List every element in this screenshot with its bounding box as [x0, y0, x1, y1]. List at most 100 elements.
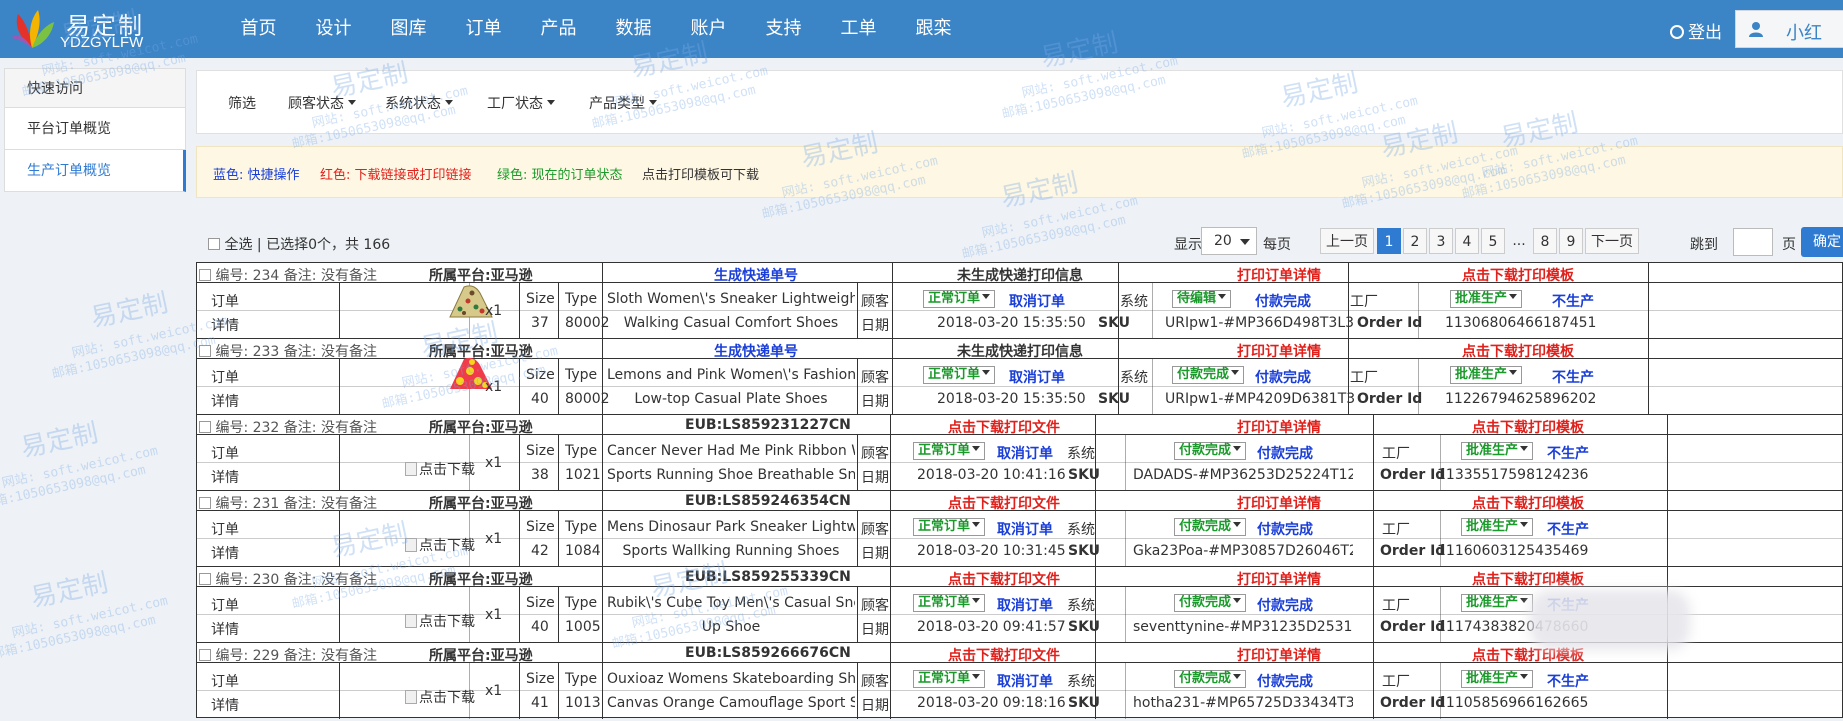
download-template-link[interactable]: 点击下载打印模板: [1462, 265, 1574, 285]
nav-design[interactable]: 设计: [296, 0, 371, 58]
download-print-file-link[interactable]: 点击下载打印文件: [948, 493, 1060, 513]
page-button-3[interactable]: 3: [1429, 228, 1453, 254]
prev-page-button[interactable]: 上一页: [1320, 228, 1374, 254]
page-button-2[interactable]: 2: [1403, 228, 1427, 254]
system-status-select[interactable]: 待编辑: [1172, 290, 1232, 308]
jump-confirm-button[interactable]: 确定: [1801, 227, 1843, 257]
system-status-select[interactable]: 付款完成: [1174, 518, 1247, 536]
filter-system-status[interactable]: 系统状态: [385, 93, 453, 113]
select-all-checkbox[interactable]: [208, 238, 220, 250]
row-checkbox[interactable]: [199, 345, 211, 357]
customer-status-select[interactable]: 正常订单: [913, 594, 986, 612]
download-print-file-link[interactable]: 点击下载打印文件: [948, 417, 1060, 437]
sidebar-item-production-orders[interactable]: 生产订单概览: [4, 150, 186, 192]
select-all[interactable]: 全选 | 已选择0个，共 166: [208, 234, 390, 254]
row-checkbox[interactable]: [199, 421, 211, 433]
payment-complete-link[interactable]: 付款完成: [1255, 367, 1311, 387]
print-order-detail-link[interactable]: 打印订单详情: [1237, 417, 1321, 437]
filter-customer-status[interactable]: 顾客状态: [288, 93, 356, 113]
row-checkbox[interactable]: [199, 497, 211, 509]
factory-status-select[interactable]: 批准生产: [1461, 594, 1534, 612]
cancel-order-link[interactable]: 取消订单: [1009, 291, 1065, 311]
express-tracking[interactable]: 生成快递单号: [714, 341, 798, 361]
filter-product-type[interactable]: 产品类型: [589, 93, 657, 113]
page-button-5[interactable]: 5: [1481, 228, 1505, 254]
customer-status-value: 正常订单: [928, 367, 981, 382]
cancel-order-link[interactable]: 取消订单: [1009, 367, 1065, 387]
express-tracking[interactable]: 生成快递单号: [714, 265, 798, 285]
payment-complete-link[interactable]: 付款完成: [1257, 443, 1313, 463]
page-button-1[interactable]: 1: [1377, 228, 1401, 254]
download-template-link[interactable]: 点击下载打印模板: [1472, 417, 1584, 437]
user-menu[interactable]: 小红: [1735, 10, 1843, 48]
system-status-select[interactable]: 付款完成: [1172, 366, 1245, 384]
print-order-detail-link[interactable]: 打印订单详情: [1237, 265, 1321, 285]
download-print-file-link[interactable]: 点击下载打印文件: [948, 645, 1060, 665]
print-order-detail-link[interactable]: 打印订单详情: [1237, 569, 1321, 589]
print-order-detail-link[interactable]: 打印订单详情: [1237, 645, 1321, 665]
customer-status-select[interactable]: 正常订单: [923, 366, 996, 384]
nav-tracking[interactable]: 跟栾: [896, 0, 971, 58]
row-checkbox[interactable]: [199, 649, 211, 661]
cancel-order-link[interactable]: 取消订单: [997, 519, 1053, 539]
sidebar-item-platform-orders[interactable]: 平台订单概览: [4, 108, 186, 150]
download-print-file-link[interactable]: 点击下载打印文件: [948, 569, 1060, 589]
factory-status-select[interactable]: 批准生产: [1461, 442, 1534, 460]
nav-data[interactable]: 数据: [596, 0, 671, 58]
not-produce-link[interactable]: 不生产: [1552, 367, 1594, 387]
filter-factory-status[interactable]: 工厂状态: [487, 93, 555, 113]
not-produce-link[interactable]: 不生产: [1552, 291, 1594, 311]
download-template-link[interactable]: 点击下载打印模板: [1472, 493, 1584, 513]
print-order-detail-link[interactable]: 打印订单详情: [1237, 493, 1321, 513]
not-produce-link[interactable]: 不生产: [1547, 671, 1589, 691]
product-title-line2: Canvas Orange Camouflage Sport Sneaker: [607, 695, 855, 711]
customer-status-select[interactable]: 正常订单: [913, 442, 986, 460]
per-page-select[interactable]: 20: [1201, 227, 1257, 255]
system-status-select[interactable]: 付款完成: [1174, 594, 1247, 612]
watermark-text: 易定制: [28, 568, 111, 614]
download-image-link[interactable]: 点击下载: [405, 687, 475, 707]
payment-complete-link[interactable]: 付款完成: [1257, 595, 1313, 615]
blur-overlay: [1530, 590, 1690, 650]
filter-factory-status-label: 工厂状态: [487, 96, 543, 112]
payment-complete-link[interactable]: 付款完成: [1255, 291, 1311, 311]
customer-status-select[interactable]: 正常订单: [923, 290, 996, 308]
cancel-order-link[interactable]: 取消订单: [997, 443, 1053, 463]
order-row: 编号: 231 备注: 没有备注 所属平台:亚马逊 EUB:LS859246354C…: [196, 490, 1843, 567]
factory-status-select[interactable]: 批准生产: [1450, 290, 1523, 308]
payment-complete-link[interactable]: 付款完成: [1257, 519, 1313, 539]
download-template-link[interactable]: 点击下载打印模板: [1462, 341, 1574, 361]
page-button-4[interactable]: 4: [1455, 228, 1479, 254]
system-status-select[interactable]: 付款完成: [1174, 670, 1247, 688]
customer-status-select[interactable]: 正常订单: [913, 670, 986, 688]
nav-orders[interactable]: 订单: [446, 0, 521, 58]
download-image-link[interactable]: 点击下载: [405, 611, 475, 631]
cancel-order-link[interactable]: 取消订单: [997, 671, 1053, 691]
customer-status-select[interactable]: 正常订单: [913, 518, 986, 536]
system-status-select[interactable]: 付款完成: [1174, 442, 1247, 460]
nav-gallery[interactable]: 图库: [371, 0, 446, 58]
not-produce-link[interactable]: 不生产: [1547, 519, 1589, 539]
print-order-detail-link[interactable]: 打印订单详情: [1237, 341, 1321, 361]
download-template-link[interactable]: 点击下载打印模板: [1472, 569, 1584, 589]
download-image-link[interactable]: 点击下载: [405, 459, 475, 479]
nav-support[interactable]: 支持: [746, 0, 821, 58]
cancel-order-link[interactable]: 取消订单: [997, 595, 1053, 615]
factory-status-select[interactable]: 批准生产: [1450, 366, 1523, 384]
payment-complete-link[interactable]: 付款完成: [1257, 671, 1313, 691]
next-page-button[interactable]: 下一页: [1585, 228, 1639, 254]
nav-account[interactable]: 账户: [671, 0, 746, 58]
download-image-link[interactable]: 点击下载: [405, 535, 475, 555]
row-checkbox[interactable]: [199, 269, 211, 281]
row-checkbox[interactable]: [199, 573, 211, 585]
page-button-9[interactable]: 9: [1559, 228, 1583, 254]
logout-button[interactable]: 登出: [1670, 18, 1722, 43]
not-produce-link[interactable]: 不生产: [1547, 443, 1589, 463]
page-button-8[interactable]: 8: [1533, 228, 1557, 254]
nav-products[interactable]: 产品: [521, 0, 596, 58]
jump-page-input[interactable]: [1733, 228, 1773, 256]
nav-home[interactable]: 首页: [221, 0, 296, 58]
factory-status-select[interactable]: 批准生产: [1461, 518, 1534, 536]
factory-status-select[interactable]: 批准生产: [1461, 670, 1534, 688]
nav-tickets[interactable]: 工单: [821, 0, 896, 58]
